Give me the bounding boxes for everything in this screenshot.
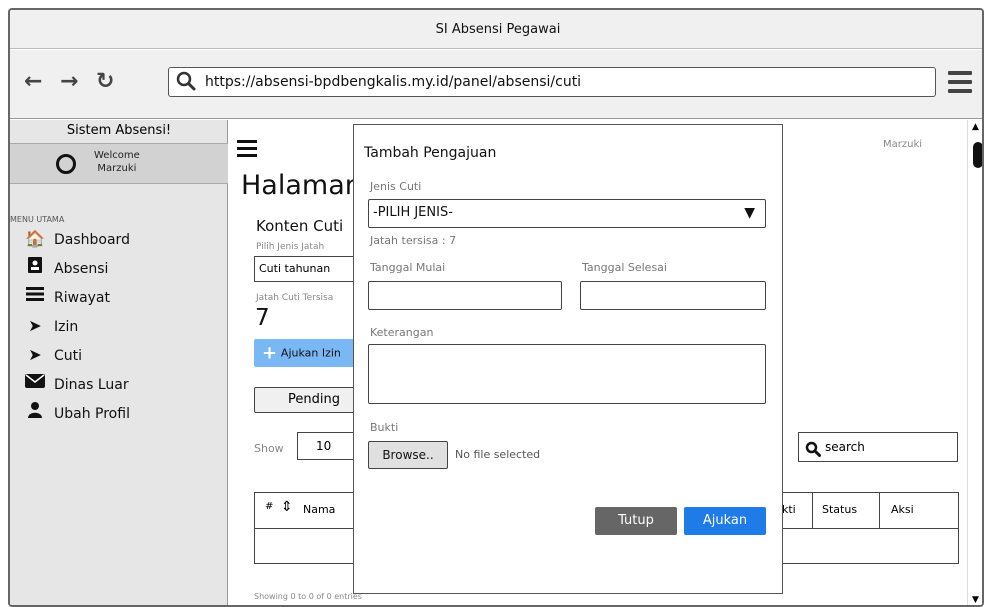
envelope-icon	[24, 373, 46, 395]
browse-button[interactable]: Browse..	[368, 441, 448, 469]
no-file-text: No file selected	[455, 448, 541, 461]
table-col-nama[interactable]: Nama	[303, 503, 335, 516]
tanggal-selesai-label: Tanggal Selesai	[582, 261, 667, 274]
search-input[interactable]: search	[798, 432, 958, 462]
sidebar-item-ubah-profil[interactable]: Ubah Profil	[24, 402, 130, 424]
home-icon: 🏠	[25, 229, 45, 248]
tanggal-mulai-label: Tanggal Mulai	[370, 261, 446, 274]
card-title: Konten Cuti	[256, 217, 344, 235]
keterangan-textarea[interactable]	[368, 344, 766, 404]
sidebar-item-label: Riwayat	[54, 290, 110, 306]
list-icon	[24, 286, 46, 308]
sidebar-item-dashboard[interactable]: 🏠 Dashboard	[24, 228, 130, 250]
window-title: SI Absensi Pegawai	[10, 10, 982, 49]
scroll-down-icon[interactable]: ▼	[972, 595, 979, 605]
browser-toolbar: ← → ↻ https://absensi-bpdbengkalis.my.id…	[10, 50, 982, 119]
show-label: Show	[254, 442, 284, 455]
jenis-cuti-value: -PILIH JENIS-	[373, 205, 453, 220]
jenis-cuti-select[interactable]: -PILIH JENIS- ▼	[368, 199, 766, 228]
table-col-aksi[interactable]: Aksi	[891, 503, 914, 516]
sidebar-item-izin[interactable]: ➤ Izin	[24, 315, 78, 337]
keterangan-label: Keterangan	[370, 326, 434, 339]
welcome-text: Welcome	[94, 150, 140, 161]
table-col-number: #	[265, 501, 274, 512]
menu-label: MENU UTAMA	[10, 215, 65, 224]
user-welcome: Welcome Marzuki	[10, 144, 228, 184]
url-bar[interactable]: https://absensi-bpdbengkalis.my.id/panel…	[168, 67, 936, 97]
tambah-pengajuan-modal: Tambah Pengajuan Jenis Cuti -PILIH JENIS…	[353, 124, 783, 594]
sidebar-item-cuti[interactable]: ➤ Cuti	[24, 344, 82, 366]
user-avatar-icon	[56, 154, 76, 174]
sign-in-icon: ➤	[28, 345, 42, 364]
chevron-down-icon: ▼	[744, 205, 755, 221]
jenis-cuti-label: Jenis Cuti	[370, 180, 422, 193]
entries-select[interactable]: 10	[297, 432, 357, 460]
sidebar-item-label: Ubah Profil	[54, 406, 130, 422]
pilih-jenis-label: Pilih Jenis Jatah	[256, 242, 325, 252]
entries-value: 10	[316, 439, 332, 453]
welcome-user: Marzuki	[97, 163, 137, 174]
header-user[interactable]: Marzuki	[883, 139, 922, 150]
user-icon	[24, 402, 46, 424]
tanggal-selesai-input[interactable]	[580, 281, 766, 310]
page-title: Halaman	[241, 170, 362, 201]
ajukan-button[interactable]: Ajukan	[684, 507, 766, 535]
address-book-icon	[24, 257, 46, 279]
search-placeholder: search	[825, 440, 865, 454]
arrow-right-icon[interactable]: →	[60, 70, 78, 94]
bukti-label: Bukti	[370, 421, 399, 434]
sort-icon[interactable]: ⇕	[281, 499, 293, 515]
scroll-up-icon[interactable]: ▲	[972, 122, 979, 132]
jatah-cuti-value: 7	[255, 305, 270, 331]
menu-toggle-icon[interactable]	[237, 140, 257, 157]
scrollbar[interactable]: ▲ ▼	[967, 120, 982, 605]
sidebar-item-riwayat[interactable]: Riwayat	[24, 286, 110, 308]
table-col-status[interactable]: Status	[822, 503, 857, 516]
search-icon	[175, 70, 197, 102]
sidebar-title: Sistem Absensi!	[10, 120, 228, 144]
tutup-button[interactable]: Tutup	[595, 507, 677, 535]
sidebar: Sistem Absensi! Welcome Marzuki MENU UTA…	[10, 120, 228, 605]
sign-in-icon: ➤	[28, 316, 42, 335]
table-col-bukti[interactable]: kti	[782, 503, 796, 516]
plus-icon: +	[262, 342, 278, 364]
sidebar-item-label: Absensi	[54, 261, 109, 277]
tanggal-mulai-input[interactable]	[368, 281, 562, 310]
sidebar-item-absensi[interactable]: Absensi	[24, 257, 108, 279]
sidebar-item-label: Dinas Luar	[54, 377, 129, 393]
jatah-tersisa-info: Jatah tersisa : 7	[370, 234, 457, 247]
scroll-thumb[interactable]	[973, 142, 982, 168]
sidebar-item-label: Izin	[54, 319, 79, 335]
sidebar-item-label: Cuti	[54, 348, 83, 364]
search-icon	[805, 439, 821, 467]
reload-icon[interactable]: ↻	[96, 70, 114, 94]
arrow-left-icon[interactable]: ←	[24, 70, 42, 94]
url-text: https://absensi-bpdbengkalis.my.id/panel…	[205, 74, 582, 90]
sidebar-item-label: Dashboard	[54, 232, 130, 248]
ajukan-izin-label: Ajukan Izin	[280, 346, 341, 360]
table-info: Showing 0 to 0 of 0 entries	[254, 592, 362, 601]
sidebar-item-dinas-luar[interactable]: Dinas Luar	[24, 373, 129, 395]
browser-menu-icon[interactable]	[948, 71, 972, 93]
modal-title: Tambah Pengajuan	[364, 145, 497, 161]
jatah-cuti-label: Jatah Cuti Tersisa	[256, 293, 334, 303]
